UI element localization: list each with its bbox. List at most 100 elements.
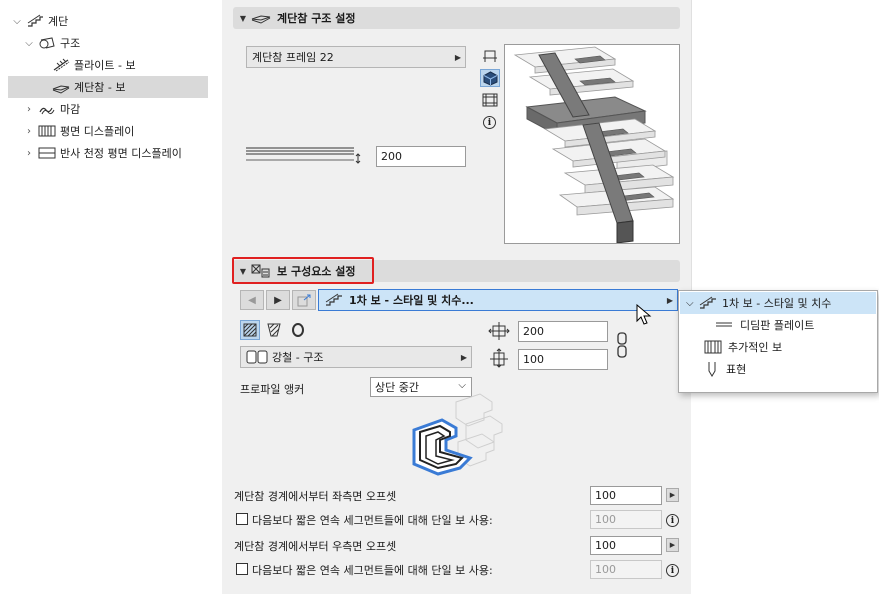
dropdown-item-label: 1차 보 - 스타일 및 치수: [722, 297, 832, 310]
flight-beam-icon: [53, 58, 70, 72]
landing-frame-popup[interactable]: 계단참 프레임 22 ▶: [246, 46, 466, 68]
cube-icon: [483, 71, 498, 86]
material-swatch-icon: [246, 350, 268, 364]
input-value: 200: [381, 150, 402, 163]
3d-view-button[interactable]: [480, 69, 500, 87]
tree-item-label: 평면 디스플레이: [60, 125, 135, 138]
panel-divider: [691, 0, 692, 290]
right-offset-input[interactable]: 100: [590, 536, 662, 555]
floor-plan-icon: [38, 125, 56, 137]
section-title: 계단참 구조 설정: [277, 12, 356, 25]
dropdown-item-label: 디딤판 플레이트: [740, 319, 815, 332]
settings-tree: ⌵ 계단 ⌵ 구조 플라이트 - 보 계단참 - 보 › 마감 › 평면 디스플…: [0, 0, 208, 594]
hatched-square-icon: [243, 323, 257, 337]
stair-preview-3d: [504, 44, 680, 244]
tree-item-finish[interactable]: › 마감: [22, 98, 208, 120]
chevron-right-icon[interactable]: ›: [22, 126, 36, 137]
input-value: 200: [523, 325, 544, 338]
structure-icon: [39, 37, 55, 49]
profile-anchor-diagram: [412, 393, 503, 476]
tree-item-landing-beam[interactable]: 계단참 - 보: [8, 76, 208, 98]
dropdown-item-label: 추가적인 보: [728, 341, 783, 354]
plan-view-icon[interactable]: [480, 48, 500, 64]
chevron-down-icon[interactable]: ⌵: [22, 38, 36, 49]
landing-beam-icon: [52, 85, 70, 94]
beam-width-input[interactable]: 200: [518, 321, 608, 342]
left-offset-label: 계단참 경계에서부터 좌측면 오프셋: [234, 490, 397, 503]
component-dropdown-menu: ⌵ 1차 보 - 스타일 및 치수 디딤판 플레이트 추가적인 보 표현: [678, 290, 878, 393]
component-action-button[interactable]: [292, 290, 316, 310]
dropdown-item-label: 표현: [726, 363, 747, 376]
left-offset-more-button[interactable]: ▶: [666, 488, 679, 502]
input-value: 100: [595, 563, 616, 576]
chevron-right-icon: ▶: [666, 295, 673, 305]
single-beam-right-input[interactable]: 100: [590, 560, 662, 579]
left-offset-input[interactable]: 100: [590, 486, 662, 505]
tree-item-label: 구조: [60, 37, 81, 50]
landing-thickness-icon: [246, 147, 361, 164]
dropdown-item-additional-beam[interactable]: 추가적인 보: [680, 336, 876, 358]
landing-thickness-input[interactable]: 200: [376, 146, 466, 167]
dropdown-item-representation[interactable]: 표현: [680, 358, 876, 380]
tread-plate-icon: [716, 322, 732, 327]
tree-item-reflected-ceiling[interactable]: › 반사 천정 평면 디스플레이: [22, 142, 208, 164]
chevron-right-icon[interactable]: ›: [22, 104, 36, 115]
solid-profile-button[interactable]: [240, 320, 260, 340]
tapered-profile-icon: [267, 323, 281, 337]
mouse-cursor-icon: [636, 304, 652, 325]
popup-value: 계단참 프레임 22: [252, 51, 334, 64]
stair-beam-icon: [325, 293, 342, 306]
tree-item-structure[interactable]: ⌵ 구조: [22, 32, 208, 54]
tree-item-label: 반사 천정 평면 디스플레이: [60, 147, 182, 160]
stair-icon: [27, 14, 43, 27]
link-chain-icon[interactable]: [616, 332, 628, 358]
next-component-button[interactable]: ▶: [266, 290, 290, 310]
header-highlight-frame: [232, 257, 374, 284]
stair-beam-icon: [699, 296, 716, 309]
representation-icon: [708, 362, 716, 377]
material-popup[interactable]: 강철 - 구조 ▶: [240, 346, 472, 368]
tree-item-floor-plan-display[interactable]: › 평면 디스플레이: [22, 120, 208, 142]
chevron-right-icon: ▶: [460, 352, 467, 362]
popup-value: 1차 보 - 스타일 및 치수...: [349, 294, 474, 307]
tree-item-label: 마감: [60, 103, 81, 116]
input-value: 100: [523, 353, 544, 366]
beam-height-icon: [490, 348, 508, 368]
dropdown-item-primary-beam[interactable]: ⌵ 1차 보 - 스타일 및 치수: [680, 292, 876, 314]
chevron-right-icon[interactable]: ›: [22, 148, 36, 159]
hollow-profile-button[interactable]: [288, 320, 308, 340]
ring-icon: [292, 323, 304, 337]
tree-item-label: 플라이트 - 보: [74, 59, 136, 72]
tree-item-flight-beam[interactable]: 플라이트 - 보: [36, 54, 208, 76]
finish-icon: [39, 107, 55, 115]
section-view-icon[interactable]: [480, 92, 500, 108]
input-value: 100: [595, 539, 616, 552]
component-popup[interactable]: 1차 보 - 스타일 및 치수... ▶: [318, 289, 678, 311]
chevron-down-icon[interactable]: ⌵: [10, 16, 24, 27]
tree-item-label: 계단: [48, 15, 69, 28]
beam-height-input[interactable]: 100: [518, 349, 608, 370]
beam-width-icon: [488, 322, 510, 340]
info-icon[interactable]: i: [666, 564, 679, 577]
previous-component-button[interactable]: ◀: [240, 290, 264, 310]
right-offset-label: 계단참 경계에서부터 우측면 오프셋: [234, 540, 397, 553]
input-value: 100: [595, 489, 616, 502]
single-beam-right-checkbox[interactable]: [236, 563, 248, 575]
single-beam-left-checkbox[interactable]: [236, 513, 248, 525]
landing-beam-icon: [251, 15, 271, 24]
single-beam-left-label: 다음보다 짧은 연속 세그먼트들에 대해 단일 보 사용:: [252, 514, 493, 527]
right-offset-more-button[interactable]: ▶: [666, 538, 679, 552]
dropdown-item-tread-plate[interactable]: 디딤판 플레이트: [680, 314, 876, 336]
collapse-triangle-icon[interactable]: ▼: [235, 14, 251, 23]
input-value: 100: [595, 513, 616, 526]
landing-structure-header[interactable]: ▼ 계단참 구조 설정: [233, 7, 680, 29]
info-icon[interactable]: i: [483, 116, 496, 129]
tree-item-stair[interactable]: ⌵ 계단: [10, 10, 208, 32]
stair-preview-image: [513, 46, 675, 244]
tapered-profile-button[interactable]: [264, 320, 284, 340]
settings-panel: ▼ 계단참 구조 설정 계단참 프레임 22 ▶ i 200 ▼ 보 구성요소 …: [222, 0, 691, 594]
info-icon[interactable]: i: [666, 514, 679, 527]
anchor-label: 프로파일 앵커: [240, 383, 305, 396]
single-beam-left-input[interactable]: 100: [590, 510, 662, 529]
additional-beam-icon: [704, 340, 722, 354]
